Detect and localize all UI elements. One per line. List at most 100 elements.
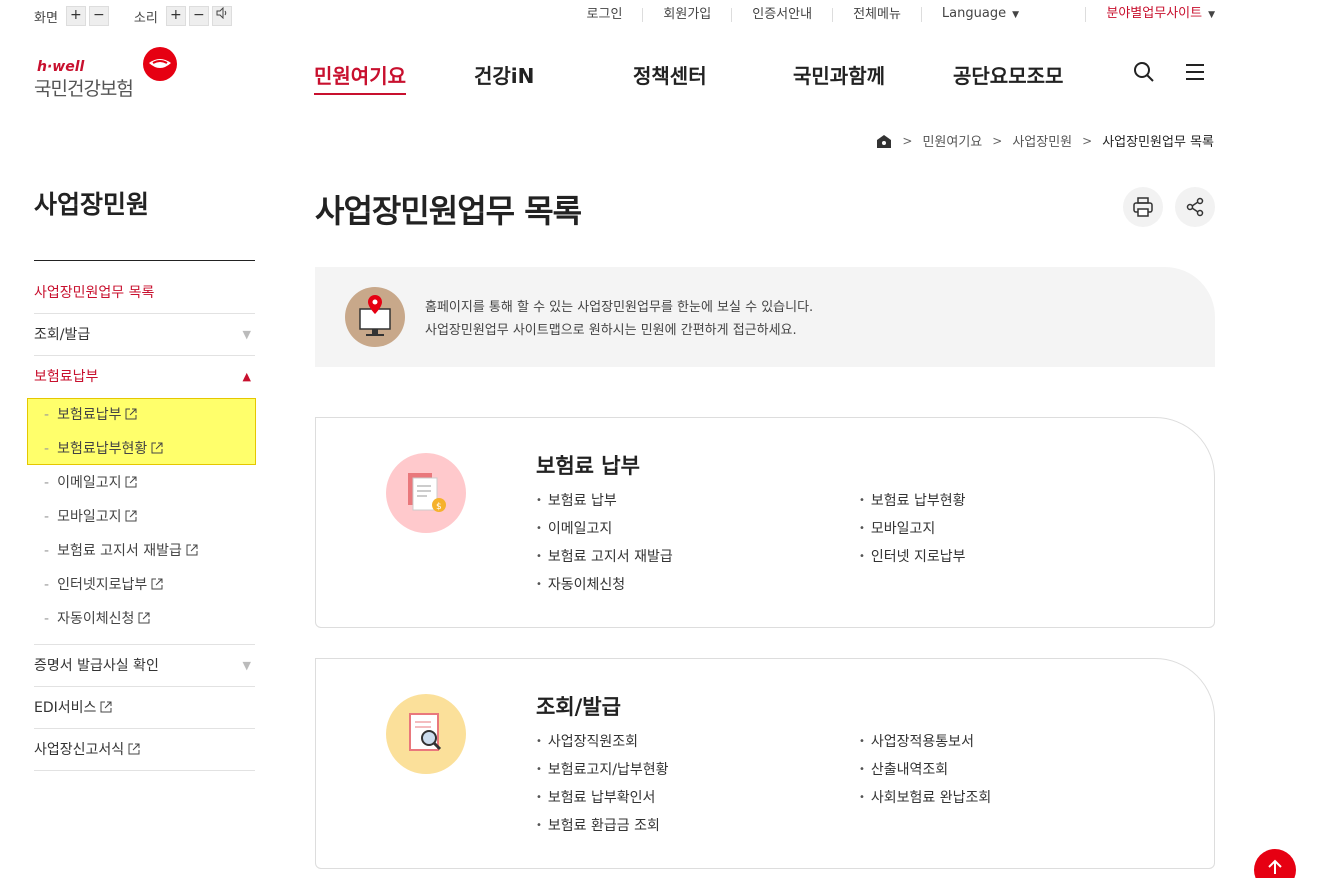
sidebar-item-label: 사업장민원업무 목록: [34, 285, 155, 301]
share-button[interactable]: [1175, 187, 1215, 227]
sidebar-menu: 사업장민원업무 목록 조회/발급 ▼ 보험료납부 ▲ - 보험료납부 - 보험료납부현황…: [27, 272, 256, 771]
doc-search-icon: [386, 694, 466, 774]
sidebar-item-label: 증명서 발급사실 확인: [34, 658, 159, 674]
utility-bar: 화면 + − 소리 + − 로그인 회원가입 인증서안내 전체메뉴 Langua…: [0, 0, 1329, 32]
card-links-right: • 사업장적용통보서 • 산출내역조회 • 사회보험료 완납조회: [859, 732, 991, 816]
nav-policy-center[interactable]: 정책센터: [633, 60, 707, 89]
breadcrumb-item[interactable]: 사업장민원: [1012, 131, 1072, 150]
scroll-top-button[interactable]: [1254, 849, 1296, 878]
screen-zoom-in-button[interactable]: +: [65, 6, 86, 26]
nav-minwon[interactable]: 민원여기요: [314, 60, 406, 95]
external-link-icon: [138, 612, 150, 624]
submenu-item[interactable]: - 보험료 고지서 재발급: [34, 534, 255, 568]
certificate-guide-link[interactable]: 인증서안내: [731, 7, 832, 22]
signup-link[interactable]: 회원가입: [642, 7, 731, 22]
volume-down-button[interactable]: −: [188, 6, 209, 26]
sidebar-item-payment[interactable]: 보험료납부 ▲: [34, 356, 255, 398]
external-link-icon: [100, 701, 112, 713]
search-icon[interactable]: [1132, 60, 1156, 84]
volume-up-button[interactable]: +: [165, 6, 186, 26]
submenu-item[interactable]: - 자동이체신청: [34, 602, 255, 636]
submenu-label: 보험료 고지서 재발급: [57, 543, 182, 559]
card-link[interactable]: • 자동이체신청: [536, 575, 673, 603]
speaker-icon[interactable]: [211, 6, 232, 26]
language-select[interactable]: Language ▼: [920, 6, 1039, 22]
breadcrumb-item[interactable]: 민원여기요: [922, 131, 982, 150]
submenu-label: 이메일고지: [57, 475, 122, 491]
submenu-item[interactable]: - 보험료납부: [34, 398, 255, 432]
logo-name: 국민건강보험: [34, 78, 134, 100]
hamburger-menu-icon[interactable]: [1183, 60, 1207, 84]
submenu-label: 모바일고지: [57, 509, 122, 525]
submenu-item[interactable]: - 모바일고지: [34, 500, 255, 534]
submenu-label: 자동이체신청: [57, 611, 135, 627]
external-link-icon: [151, 442, 163, 454]
logo-mark-icon: [143, 47, 177, 81]
triangle-down-icon: ▼: [242, 659, 251, 672]
card-link[interactable]: • 보험료고지/납부현황: [536, 760, 669, 788]
caret-down-icon: ▼: [1012, 10, 1019, 20]
print-button[interactable]: [1123, 187, 1163, 227]
triangle-down-icon: ▼: [242, 328, 251, 341]
chevron-right-icon: >: [902, 133, 913, 148]
external-link-icon: [125, 476, 137, 488]
external-link-icon: [125, 510, 137, 522]
card-link[interactable]: • 보험료 납부현황: [859, 491, 966, 519]
sidebar-item-label: 조회/발급: [34, 327, 91, 343]
sidebar-item-forms[interactable]: 사업장신고서식: [34, 729, 255, 771]
monitor-pin-icon: [345, 287, 405, 347]
sidebar-title: 사업장민원: [34, 190, 150, 219]
caret-down-icon: ▼: [1208, 10, 1215, 20]
share-icon: [1186, 197, 1204, 217]
external-link-icon: [186, 544, 198, 556]
chevron-right-icon: >: [1082, 133, 1093, 148]
screen-size-label: 화면: [34, 10, 58, 26]
home-icon[interactable]: [876, 133, 892, 149]
all-menu-link[interactable]: 전체메뉴: [832, 7, 921, 22]
nav-with-citizens[interactable]: 국민과함께: [793, 60, 885, 89]
submenu-item[interactable]: - 이메일고지: [34, 466, 255, 500]
login-link[interactable]: 로그인: [567, 7, 643, 22]
sidebar-item-certificate[interactable]: 증명서 발급사실 확인 ▼: [34, 645, 255, 687]
sidebar-item-inquiry[interactable]: 조회/발급 ▼: [34, 314, 255, 356]
screen-zoom-out-button[interactable]: −: [88, 6, 109, 26]
logo-brand: h·well: [37, 59, 85, 75]
sidebar-item-label: 사업장신고서식: [34, 742, 125, 758]
card-link[interactable]: • 모바일고지: [859, 519, 966, 547]
card-title: 보험료 납부: [536, 454, 640, 478]
language-label: Language: [941, 6, 1007, 21]
card-link[interactable]: • 사업장적용통보서: [859, 732, 991, 760]
card-link[interactable]: • 보험료 납부확인서: [536, 788, 669, 816]
nhis-logo[interactable]: h·well 국민건강보험: [34, 44, 184, 100]
nav-about-nhis[interactable]: 공단요모조모: [953, 60, 1063, 89]
card-link[interactable]: • 보험료 환급금 조회: [536, 816, 669, 844]
svg-text:$: $: [436, 502, 442, 512]
card-link[interactable]: • 인터넷 지로납부: [859, 547, 966, 575]
card-link[interactable]: • 산출내역조회: [859, 760, 991, 788]
nav-health-in[interactable]: 건강iN: [474, 60, 534, 89]
card-link[interactable]: • 보험료 납부: [536, 491, 673, 519]
field-sites-select[interactable]: 분야별업무사이트 ▼: [1085, 7, 1215, 22]
submenu-item[interactable]: - 보험료납부현황: [34, 432, 255, 466]
card-link[interactable]: • 보험료 고지서 재발급: [536, 547, 673, 575]
accessibility-controls: 화면 + − 소리 + −: [34, 6, 257, 26]
card-links-left: • 사업장직원조회 • 보험료고지/납부현황 • 보험료 납부확인서 • 보험료 환급금…: [536, 732, 669, 844]
payment-doc-icon: $: [386, 453, 466, 533]
card-link[interactable]: • 사업장직원조회: [536, 732, 669, 760]
card-link[interactable]: • 이메일고지: [536, 519, 673, 547]
intro-text: 홈페이지를 통해 할 수 있는 사업장민원업무를 한눈에 보실 수 있습니다.: [425, 300, 814, 315]
utility-links: 로그인 회원가입 인증서안내 전체메뉴 Language ▼: [567, 7, 1039, 22]
intro-text: 사업장민원업무 사이트맵으로 원하시는 민원에 간편하게 접근하세요.: [425, 323, 797, 338]
card-link[interactable]: • 사회보험료 완납조회: [859, 788, 991, 816]
chevron-right-icon: >: [992, 133, 1003, 148]
sidebar-item-edi[interactable]: EDI서비스: [34, 687, 255, 729]
sidebar-item-list[interactable]: 사업장민원업무 목록: [34, 272, 255, 314]
submenu-item[interactable]: - 인터넷지로납부: [34, 568, 255, 602]
service-card-payment: $ 보험료 납부 • 보험료 납부 • 이메일고지 • 보험료 고지서 재발급 • 자동…: [315, 417, 1215, 628]
page-title: 사업장민원업무 목록: [315, 192, 582, 230]
arrow-up-icon: [1268, 859, 1282, 874]
divider: [34, 260, 255, 261]
sidebar-item-label: 보험료납부: [34, 369, 99, 385]
sidebar-submenu: - 보험료납부 - 보험료납부현황 - 이메일고지 - 모바일고지 - 보험료 고지서 재…: [27, 398, 256, 645]
card-links-right: • 보험료 납부현황 • 모바일고지 • 인터넷 지로납부: [859, 491, 966, 575]
